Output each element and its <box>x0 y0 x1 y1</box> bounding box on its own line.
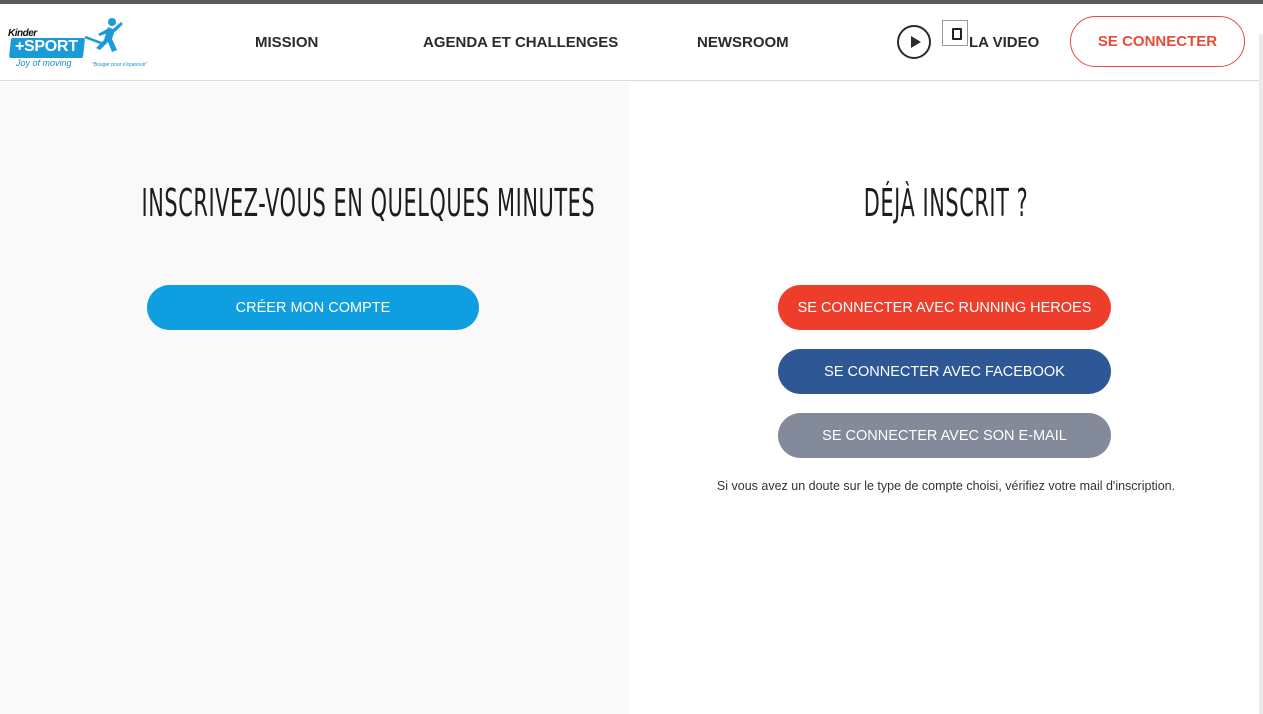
site-header: Kinder +SPORT Joy of moving "Bouger pour… <box>0 4 1263 81</box>
login-facebook-button[interactable]: SE CONNECTER AVEC FACEBOOK <box>778 349 1111 394</box>
logo-sport-text: +SPORT <box>15 38 78 55</box>
login-panel: DÉJÀ INSCRIT ? SE CONNECTER AVEC RUNNING… <box>629 82 1263 714</box>
signup-title: INSCRIVEZ-VOUS EN QUELQUES MINUTES <box>141 181 596 225</box>
create-account-button[interactable]: CRÉER MON COMPTE <box>147 285 479 330</box>
signup-panel: INSCRIVEZ-VOUS EN QUELQUES MINUTES CRÉER… <box>0 82 629 714</box>
nav-newsroom[interactable]: NEWSROOM <box>697 34 789 51</box>
play-icon[interactable] <box>897 25 931 59</box>
nav-mission[interactable]: MISSION <box>255 34 318 51</box>
logo-tagline: Joy of moving <box>16 58 72 68</box>
window-icon[interactable] <box>942 20 968 46</box>
logo-slogan: "Bouger pour s'épanouir" <box>92 62 148 68</box>
scrollbar-track[interactable] <box>1259 34 1263 714</box>
nav-agenda-challenges[interactable]: AGENDA ET CHALLENGES <box>423 34 618 51</box>
header-connect-button[interactable]: SE CONNECTER <box>1070 16 1245 67</box>
kinder-sport-logo[interactable]: Kinder +SPORT Joy of moving "Bouger pour… <box>6 14 148 76</box>
nav-video[interactable]: LA VIDEO <box>969 34 1039 51</box>
runner-icon <box>84 18 123 52</box>
login-running-heroes-button[interactable]: SE CONNECTER AVEC RUNNING HEROES <box>778 285 1111 330</box>
login-help-note: Si vous avez un doute sur le type de com… <box>716 479 1176 493</box>
login-title: DÉJÀ INSCRIT ? <box>863 181 1029 225</box>
login-email-button[interactable]: SE CONNECTER AVEC SON E-MAIL <box>778 413 1111 458</box>
